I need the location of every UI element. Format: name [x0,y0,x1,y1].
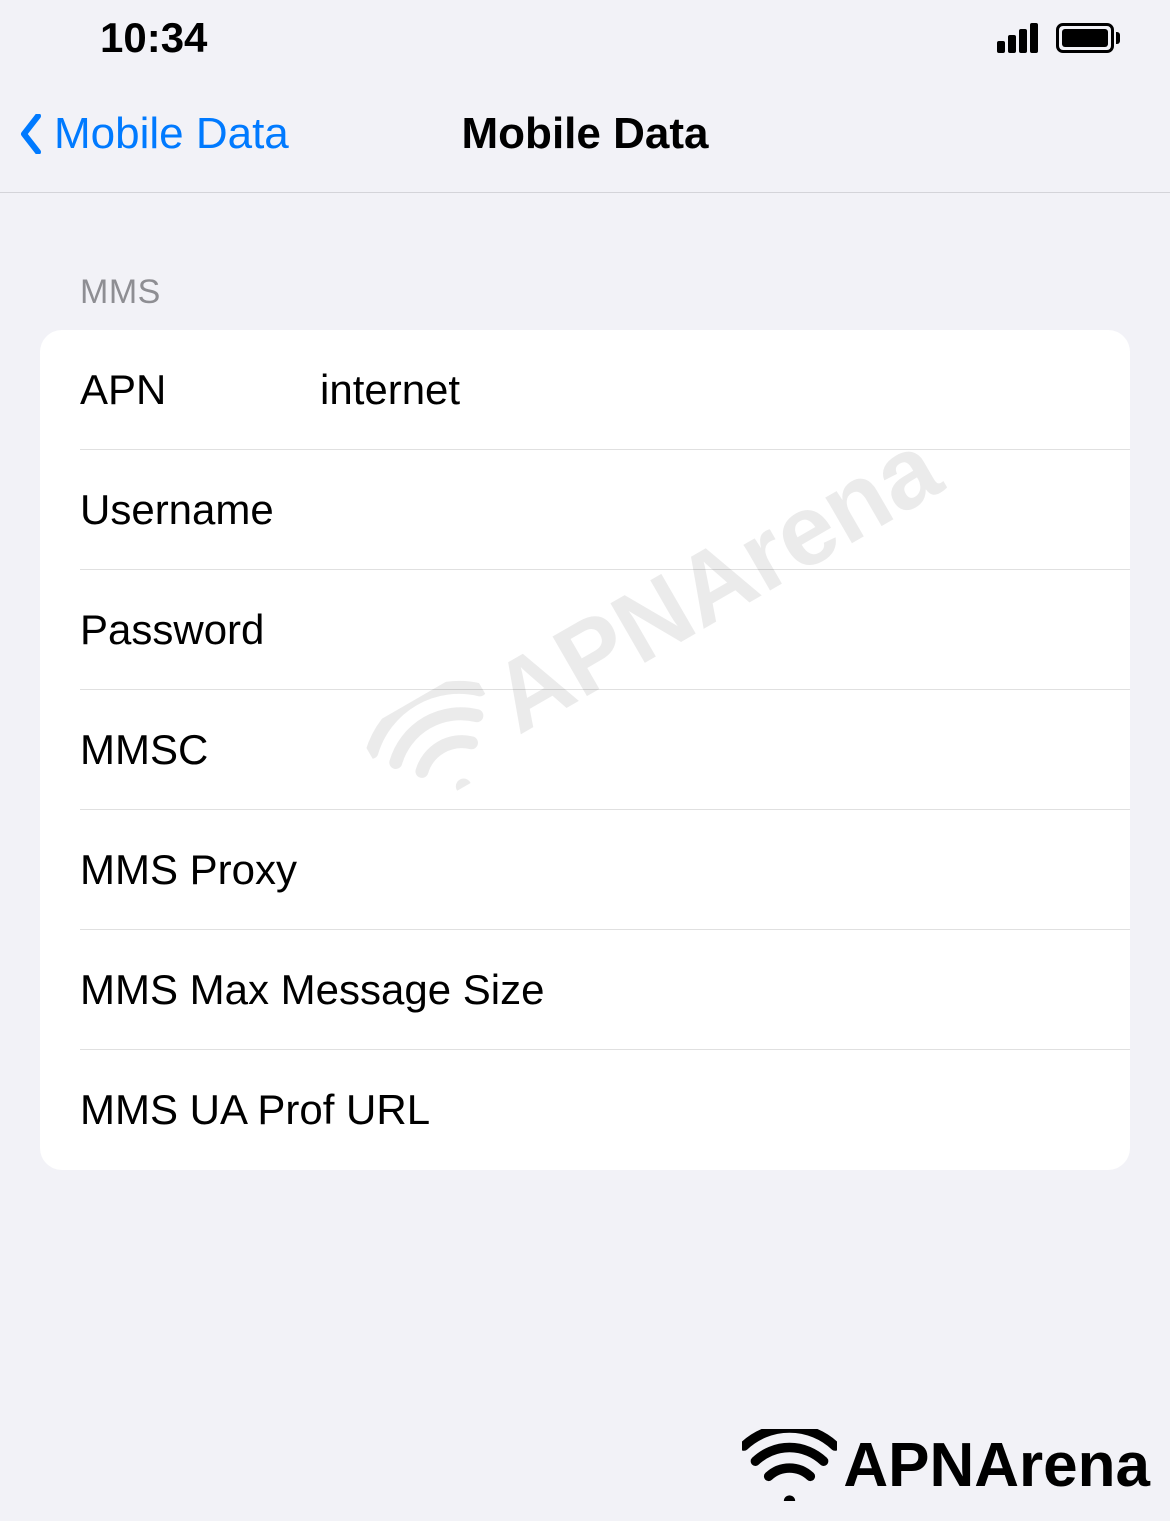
status-bar: 10:34 [0,0,1170,75]
apn-input[interactable] [320,366,1090,414]
footer-text: APNArena [843,1430,1150,1501]
mmsc-row[interactable]: MMSC [40,690,1130,810]
navigation-bar: Mobile Data Mobile Data [0,75,1170,193]
wifi-icon [742,1429,837,1501]
content: MMS APN Username Password MMSC MMS Proxy [0,193,1170,1170]
mms-proxy-row[interactable]: MMS Proxy [40,810,1130,930]
status-time: 10:34 [100,14,207,62]
back-button[interactable]: Mobile Data [0,109,289,159]
apn-row[interactable]: APN [40,330,1130,450]
mms-ua-prof-label: MMS UA Prof URL [80,1086,430,1134]
mms-ua-prof-row[interactable]: MMS UA Prof URL [40,1050,1130,1170]
password-label: Password [80,606,320,654]
mms-proxy-label: MMS Proxy [80,846,297,894]
battery-icon [1056,23,1120,53]
chevron-left-icon [20,114,42,154]
mmsc-label: MMSC [80,726,320,774]
back-label: Mobile Data [54,109,289,159]
mms-max-size-input[interactable] [544,966,1090,1014]
section-header-mms: MMS [40,273,1130,312]
cellular-signal-icon [997,23,1038,53]
password-input[interactable] [320,606,1090,654]
mms-proxy-input[interactable] [297,846,1090,894]
footer-logo: APNArena [742,1429,1150,1501]
mms-max-size-row[interactable]: MMS Max Message Size [40,930,1130,1050]
mms-ua-prof-input[interactable] [430,1086,1090,1134]
apn-label: APN [80,366,320,414]
status-right [997,23,1120,53]
password-row[interactable]: Password [40,570,1130,690]
username-label: Username [80,486,320,534]
mmsc-input[interactable] [320,726,1090,774]
mms-max-size-label: MMS Max Message Size [80,966,544,1014]
username-row[interactable]: Username [40,450,1130,570]
username-input[interactable] [320,486,1090,534]
mms-settings-group: APN Username Password MMSC MMS Proxy MMS… [40,330,1130,1170]
